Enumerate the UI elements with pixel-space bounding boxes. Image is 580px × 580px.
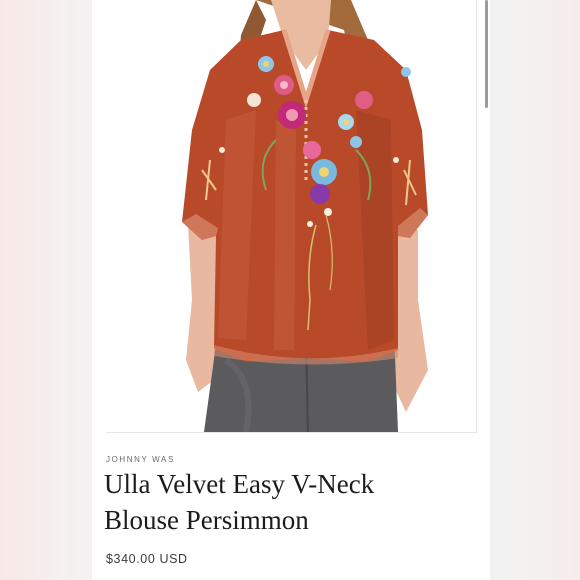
product-price: $340.00 USD	[106, 552, 188, 566]
product-photo[interactable]	[106, 0, 477, 433]
product-title[interactable]: Ulla Velvet Easy V-Neck Blouse Persimmon	[104, 466, 474, 538]
product-image	[182, 0, 428, 432]
left-backdrop	[0, 0, 92, 580]
scrollbar-thumb[interactable]	[485, 0, 488, 108]
product-title-line-1: Ulla Velvet Easy V-Neck	[104, 469, 375, 499]
product-card: JOHNNY WAS Ulla Velvet Easy V-Neck Blous…	[92, 0, 490, 580]
product-title-line-2: Blouse Persimmon	[104, 505, 309, 535]
brand-label[interactable]: JOHNNY WAS	[106, 455, 175, 464]
right-backdrop	[490, 0, 580, 580]
